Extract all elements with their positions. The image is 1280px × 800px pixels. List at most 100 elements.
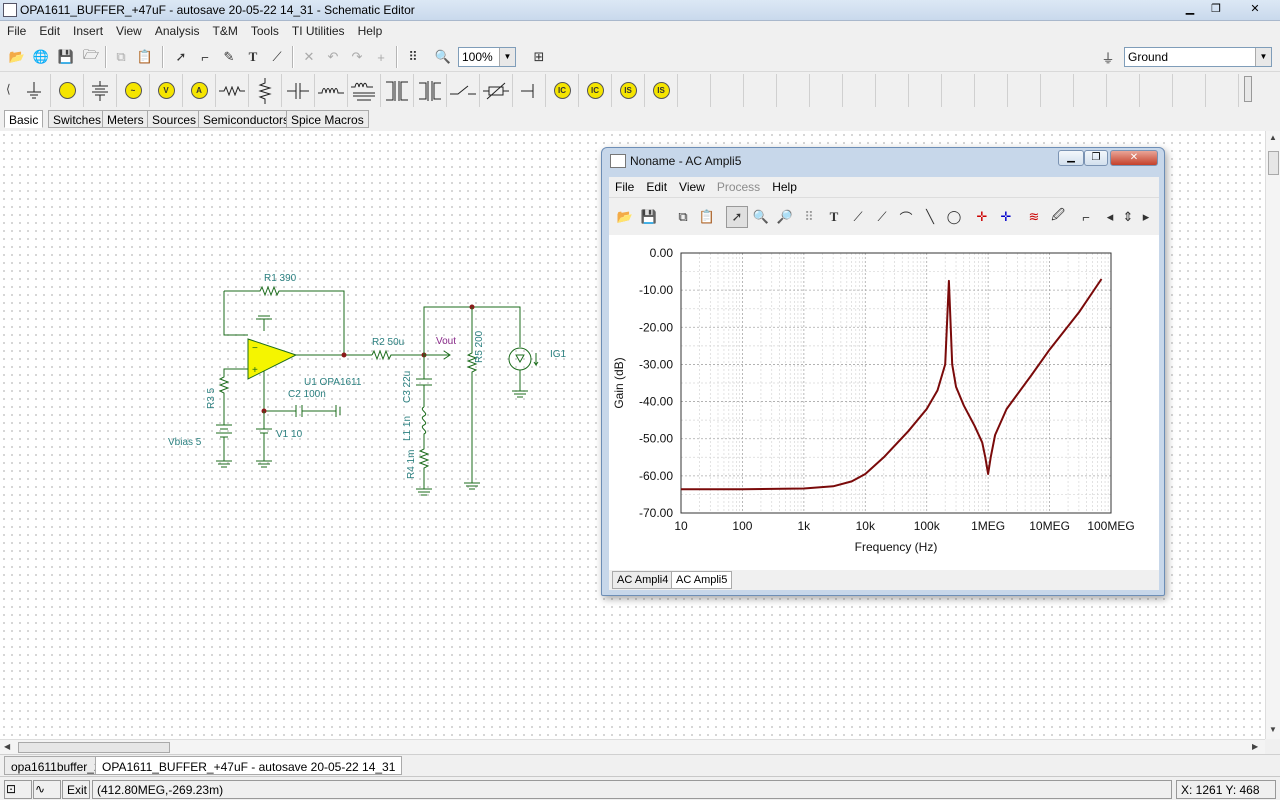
scroll-left-icon[interactable]: ◀ — [4, 742, 10, 751]
wave-icon[interactable]: ⌒ — [895, 206, 917, 228]
copy-icon[interactable]: ⧉ — [672, 206, 694, 228]
tab-spice-macros[interactable]: Spice Macros — [286, 110, 369, 128]
is-controlled-icon[interactable]: IS — [645, 74, 678, 107]
ground-tool-icon[interactable]: ⏚ — [1097, 46, 1119, 68]
scroll-right-icon[interactable]: ▸ — [1135, 206, 1157, 228]
marker-icon[interactable]: ⟋ — [847, 206, 869, 228]
paste-icon[interactable]: 📋 — [134, 46, 156, 68]
varistor-icon[interactable] — [480, 74, 513, 107]
component-properties-icon[interactable]: ⊞ — [528, 46, 550, 68]
tab-meters[interactable]: Meters — [102, 110, 149, 128]
zoom-in-icon[interactable]: 🔍 — [750, 206, 772, 228]
menu-insert[interactable]: Insert — [66, 21, 109, 38]
graph-tab-ac-ampli5[interactable]: AC Ampli5 — [671, 571, 733, 589]
ammeter-icon[interactable]: A — [183, 74, 216, 107]
ground-icon[interactable] — [18, 74, 51, 107]
graph-mode-icon[interactable]: ∿ — [33, 780, 61, 799]
graph-menu-help[interactable]: Help — [766, 177, 803, 194]
resistor-icon[interactable] — [216, 74, 249, 107]
restore-button[interactable]: ❐ — [1204, 1, 1228, 18]
ground-select[interactable]: Ground ▼ — [1124, 47, 1272, 67]
web-icon[interactable]: 🌐 — [30, 46, 52, 68]
save-icon[interactable]: 💾 — [638, 206, 660, 228]
graph-close-button[interactable]: ✕ — [1110, 150, 1158, 166]
menu-help[interactable]: Help — [351, 21, 389, 38]
doc-tab-opa1611buffer-2[interactable]: opa1611buffer_2 — [4, 756, 108, 775]
transformer-icon[interactable] — [348, 74, 381, 107]
cursor-b-icon[interactable]: ✛ — [995, 206, 1017, 228]
coil-icon[interactable] — [315, 74, 348, 107]
select-arrow-icon[interactable]: ➚ — [170, 46, 192, 68]
scroll-up-icon[interactable]: ▲ — [1269, 133, 1277, 142]
open-folder-icon[interactable]: 📂 — [6, 46, 28, 68]
grid-icon[interactable]: ⠿ — [402, 46, 424, 68]
graph-plot-area[interactable]: 0.00 -10.00 -20.00 -30.00 -40.00 -50.00 -60.00… — [609, 235, 1159, 570]
paste-icon[interactable]: 📋 — [696, 206, 718, 228]
menu-tools[interactable]: Tools — [244, 21, 285, 38]
graph-minimize-button[interactable]: ▁ — [1058, 150, 1084, 166]
menu-view[interactable]: View — [109, 21, 148, 38]
terminal-icon[interactable] — [513, 74, 546, 107]
graph-menu-file[interactable]: File — [609, 177, 640, 194]
junction-icon[interactable]: + — [370, 46, 392, 68]
vertical-scrollbar[interactable]: ▲ ▼ — [1265, 131, 1280, 739]
current-source-icon[interactable] — [84, 74, 117, 107]
curve-add-icon[interactable]: ≋ — [1023, 206, 1045, 228]
zoom-select[interactable]: 100% ▼ — [458, 47, 516, 67]
palette-scroll[interactable] — [1244, 76, 1252, 102]
tab-switches[interactable]: Switches — [48, 110, 107, 128]
undo-icon[interactable]: ↶ — [322, 46, 344, 68]
capacitor-icon[interactable] — [282, 74, 315, 107]
redo-icon[interactable]: ↷ — [346, 46, 368, 68]
pen-icon[interactable]: ✎ — [218, 46, 240, 68]
minimize-button[interactable]: ▁ — [1178, 1, 1202, 18]
menu-edit[interactable]: Edit — [32, 21, 66, 38]
copy-icon[interactable]: ⧉ — [110, 46, 132, 68]
cursor-a-icon[interactable]: ✛ — [971, 206, 993, 228]
zoom-100-icon[interactable]: 🔎 — [774, 206, 796, 228]
ic-controlled-icon[interactable]: IC — [579, 74, 612, 107]
horizontal-scrollbar[interactable]: ◀ ▶ — [0, 739, 1265, 754]
graph-restore-button[interactable]: ❐ — [1084, 150, 1108, 166]
scroll-right-icon[interactable]: ▶ — [1252, 742, 1258, 751]
menu-ti-utilities[interactable]: TI Utilities — [285, 21, 351, 38]
inductor-icon[interactable] — [249, 74, 282, 107]
grid-icon[interactable]: ⠿ — [798, 206, 820, 228]
open-folder-icon[interactable]: 📂 — [614, 206, 636, 228]
text-icon[interactable]: T — [823, 206, 845, 228]
graph-menu-edit[interactable]: Edit — [640, 177, 673, 194]
schematic-mode-icon[interactable]: ⊡ — [4, 780, 32, 799]
tab-basic[interactable]: Basic — [4, 110, 44, 128]
delete-icon[interactable]: ✕ — [298, 46, 320, 68]
exit-button[interactable]: Exit — [62, 780, 90, 799]
line-tool-icon[interactable]: ⟋ — [266, 46, 288, 68]
select-arrow-icon[interactable]: ➚ — [726, 206, 748, 228]
battery-source-icon[interactable] — [51, 74, 84, 107]
is-source-icon[interactable]: IS — [612, 74, 645, 107]
save-icon[interactable]: 💾 — [55, 46, 77, 68]
tab-semiconductors[interactable]: Semiconductors — [198, 110, 295, 128]
step-icon[interactable]: ⌐ — [1075, 206, 1097, 228]
close-button[interactable]: ✕ — [1240, 1, 1270, 18]
scroll-thumb[interactable] — [18, 742, 170, 753]
zoom-icon[interactable]: 🔍 — [432, 46, 454, 68]
wire-icon[interactable]: ⌐ — [194, 46, 216, 68]
marker2-icon[interactable]: ⟋ — [871, 206, 893, 228]
voltage-generator-icon[interactable]: ~ — [117, 74, 150, 107]
tab-sources[interactable]: Sources — [147, 110, 202, 128]
scroll-left-icon[interactable]: ⟨ — [6, 82, 11, 96]
menu-tm[interactable]: T&M — [206, 21, 244, 38]
doc-tab-opa1611-buffer[interactable]: OPA1611_BUFFER_+47uF - autosave 20-05-22… — [95, 756, 403, 775]
graph-menu-view[interactable]: View — [673, 177, 711, 194]
transformer2-icon[interactable] — [381, 74, 414, 107]
open-icon[interactable]: 🗁 — [80, 46, 102, 68]
switch-icon[interactable] — [447, 74, 480, 107]
menu-analysis[interactable]: Analysis — [148, 21, 206, 38]
scroll-thumb[interactable] — [1268, 151, 1279, 175]
voltmeter-icon[interactable]: V — [150, 74, 183, 107]
menu-file[interactable]: File — [0, 21, 32, 38]
text-icon[interactable]: T — [242, 46, 264, 68]
graph-tab-ac-ampli4[interactable]: AC Ampli4 — [612, 571, 674, 589]
transformer3-icon[interactable] — [414, 74, 447, 107]
pick-icon[interactable]: 🖉 — [1047, 206, 1069, 228]
